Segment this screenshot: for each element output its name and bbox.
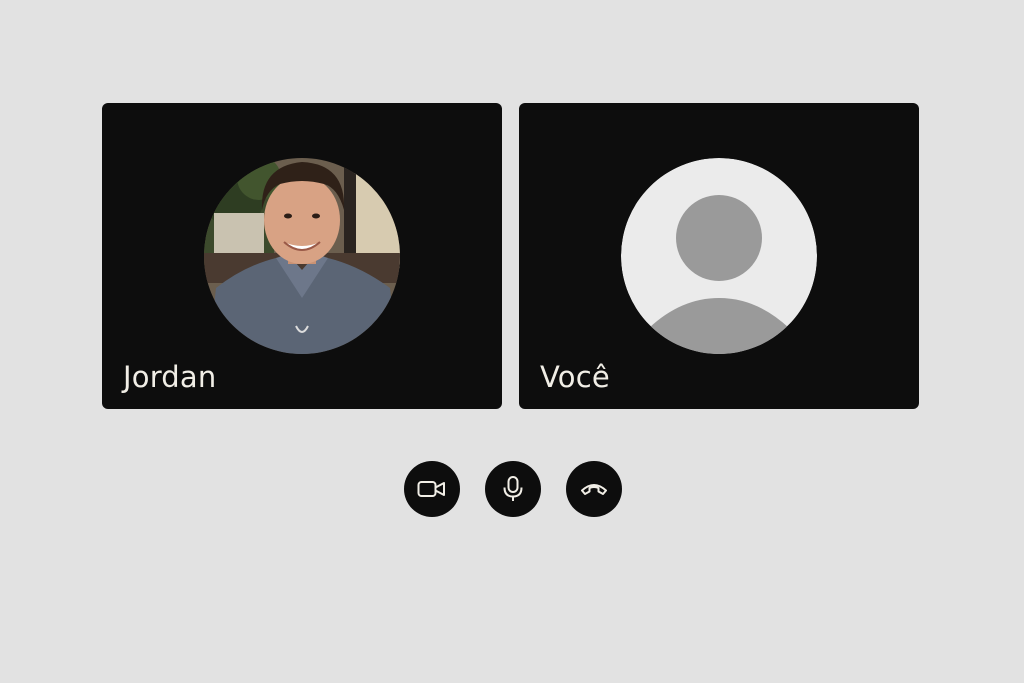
participant-tile-you[interactable]: Você [519,103,919,409]
participant-name: Jordan [123,360,217,394]
participant-photo [204,158,400,354]
video-camera-icon [417,479,447,499]
participant-name: Você [540,360,610,394]
call-controls [0,461,1024,517]
hang-up-icon [579,481,609,497]
participant-tile-jordan[interactable]: Jordan [102,103,502,409]
toggle-camera-button[interactable] [404,461,460,517]
microphone-icon [501,475,525,503]
toggle-microphone-button[interactable] [485,461,541,517]
end-call-button[interactable] [566,461,622,517]
default-user-icon [621,158,817,354]
